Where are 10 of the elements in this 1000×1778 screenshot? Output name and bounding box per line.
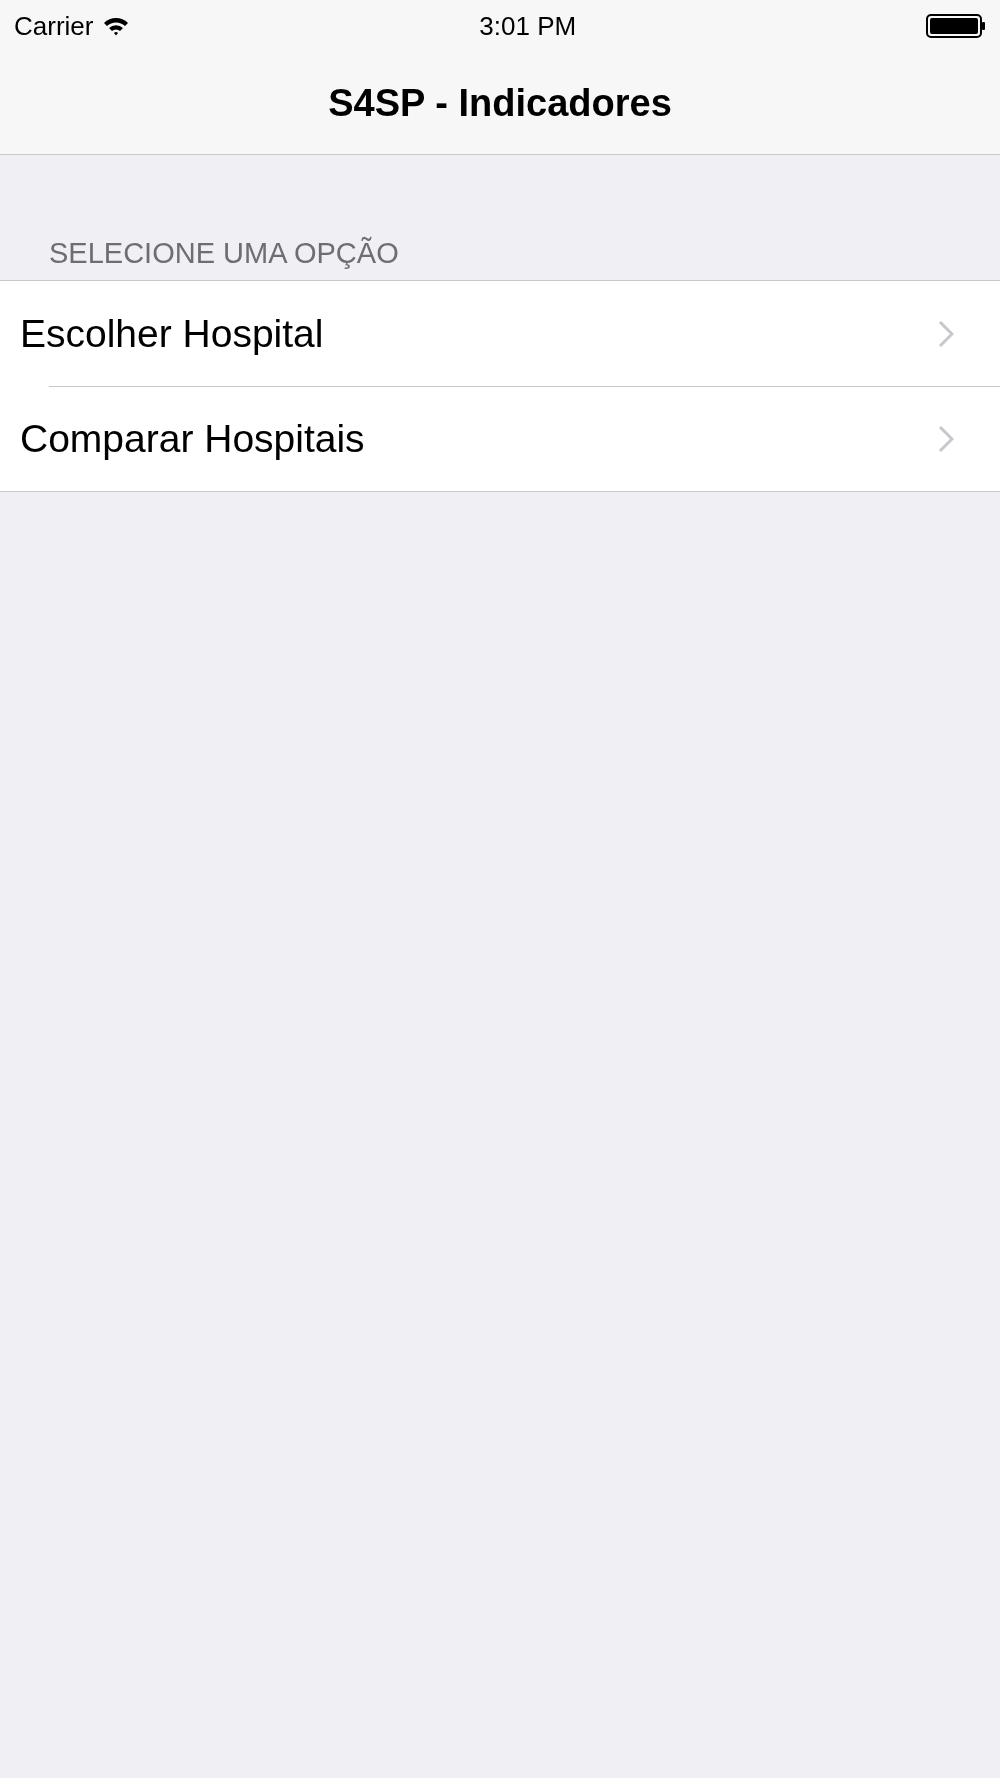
menu-item[interactable]: Comparar Hospitais [20, 416, 365, 461]
menu-item[interactable]: Escolher Hospital [20, 311, 324, 356]
chevron-icon [938, 424, 954, 453]
carrier-label: Carrier [14, 10, 94, 42]
section-header: SELECIONE UMA OPÇÃO [48, 237, 400, 271]
chevron-icon [938, 319, 954, 348]
battery-icon [926, 14, 986, 38]
nav-title: S4SP - Indicadores [328, 81, 672, 125]
clock-time: 3:01 PM [479, 10, 577, 42]
wifi-icon [103, 16, 130, 36]
